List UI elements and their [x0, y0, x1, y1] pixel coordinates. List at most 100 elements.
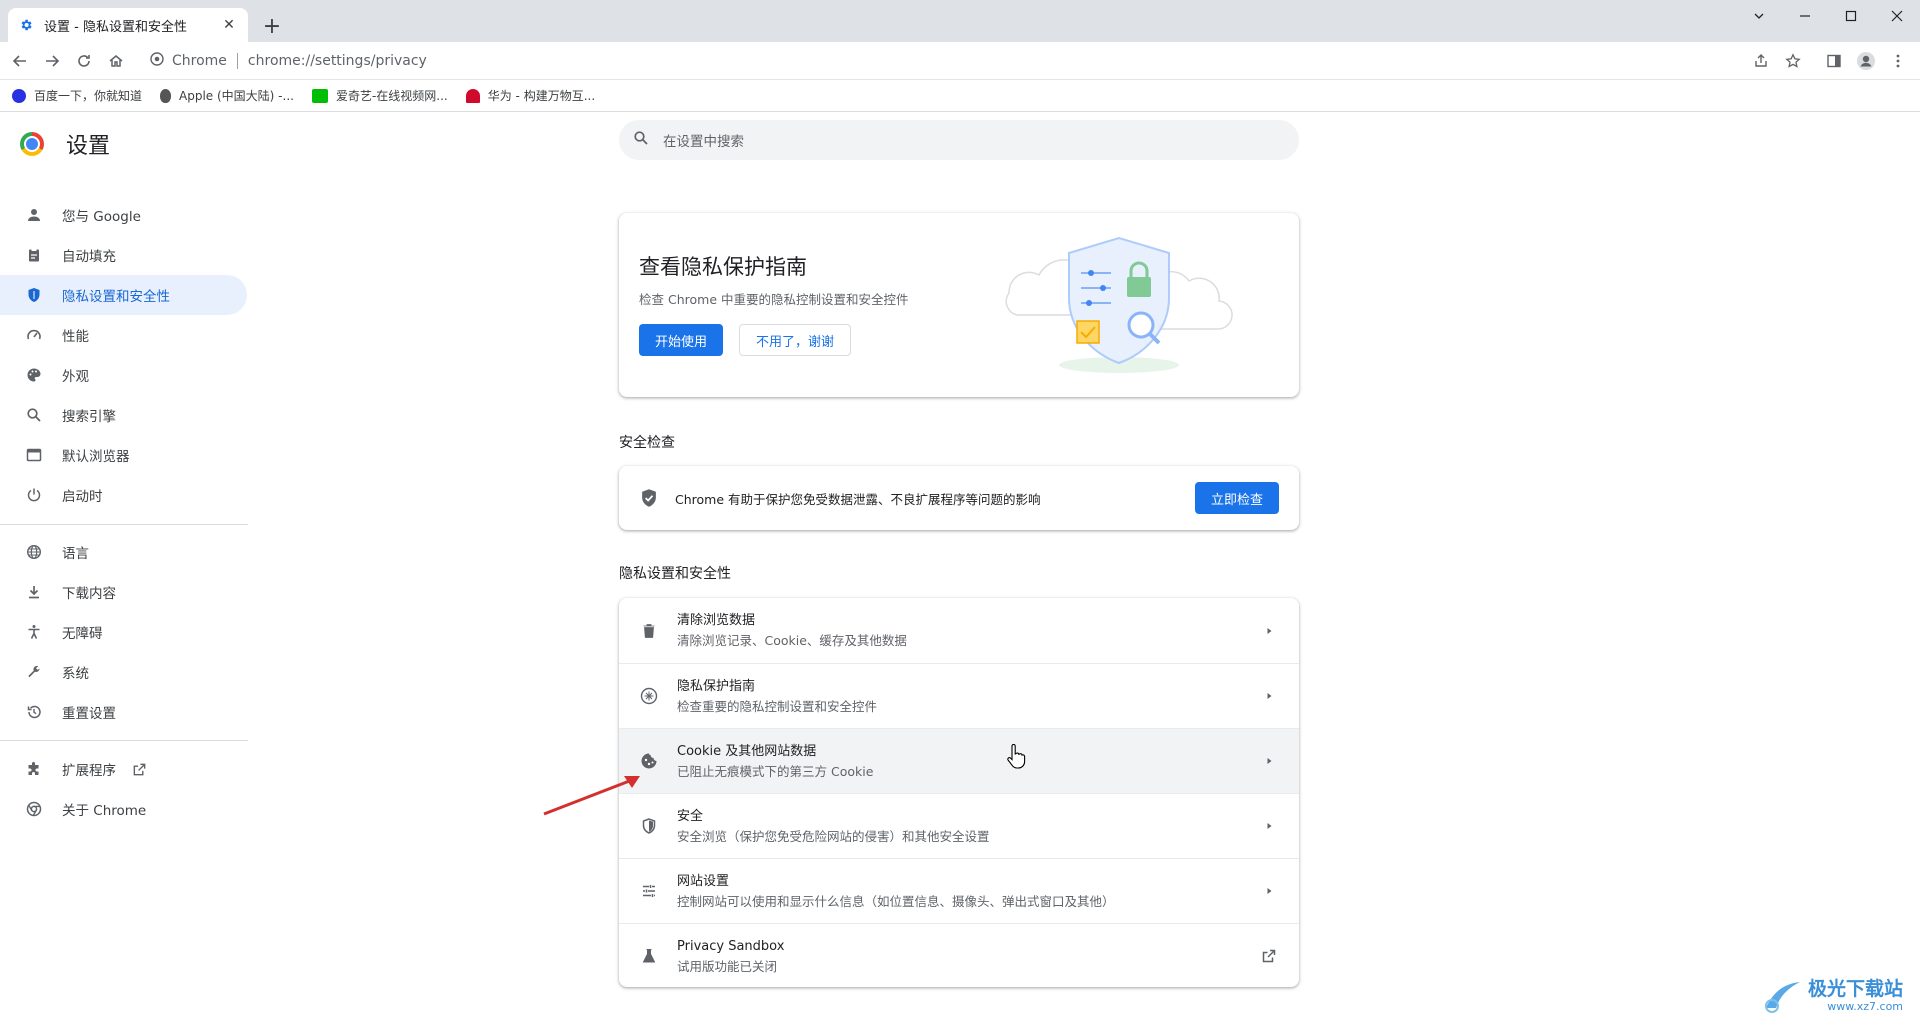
close-window-button[interactable]: [1874, 0, 1920, 32]
arrow-right-icon: [1257, 619, 1281, 643]
tune-icon: [637, 879, 661, 903]
open-in-new-icon: [132, 762, 147, 777]
safety-check-section-title: 安全检查: [619, 435, 675, 451]
chrome-icon: [24, 799, 44, 819]
wrench-icon: [24, 662, 44, 682]
bookmark-iqiyi[interactable]: 爱奇艺-在线视频网...: [311, 87, 448, 104]
search-placeholder: 在设置中搜索: [663, 134, 744, 150]
sidebar-header: 设置: [20, 128, 110, 160]
share-icon[interactable]: [1747, 47, 1775, 75]
minimize-button[interactable]: [1782, 0, 1828, 32]
puzzle-icon: [24, 759, 44, 779]
start-privacy-guide-button[interactable]: 开始使用: [639, 324, 723, 356]
sidebar-divider: [0, 740, 248, 741]
palette-icon: [24, 365, 44, 385]
arrow-right-icon: [1257, 814, 1281, 838]
side-panel-icon[interactable]: [1820, 47, 1848, 75]
privacy-settings-card: 清除浏览数据 清除浏览记录、Cookie、缓存及其他数据 隐私保护指南 检查重要的隐…: [619, 598, 1299, 987]
clipboard-icon: [24, 245, 44, 265]
watermark-name: 极光下载站: [1808, 978, 1904, 1000]
privacy-guide-illustration: [1005, 236, 1233, 373]
sidebar-divider: [0, 524, 248, 525]
bookmark-huawei[interactable]: 华为 - 构建万物互...: [465, 87, 595, 104]
trash-icon: [637, 619, 661, 643]
sidebar-item-on-startup[interactable]: 启动时: [0, 475, 247, 515]
arrow-right-icon: [1257, 879, 1281, 903]
maximize-button[interactable]: [1828, 0, 1874, 32]
sidebar-item-accessibility[interactable]: 无障碍: [0, 612, 247, 652]
download-icon: [24, 582, 44, 602]
hand-cursor-icon: [1007, 744, 1026, 769]
tab-title: 设置 - 隐私设置和安全性: [44, 19, 187, 35]
arrow-right-icon: [1257, 749, 1281, 773]
iqiyi-logo-icon: [311, 88, 328, 103]
chrome-page-icon: [150, 52, 164, 70]
bookmark-apple[interactable]: Apple (中国大陆) -...: [160, 87, 294, 104]
sidebar-item-default-browser[interactable]: 默认浏览器: [0, 435, 247, 475]
sidebar-item-you-and-google[interactable]: 您与 Google: [0, 195, 247, 235]
tab-search-chevron-icon[interactable]: [1736, 0, 1782, 32]
profile-avatar-icon[interactable]: [1852, 47, 1880, 75]
apple-logo-icon: [160, 88, 172, 103]
url-text[interactable]: chrome://settings/privacy: [248, 53, 427, 69]
sidebar-item-performance[interactable]: 性能: [0, 315, 247, 355]
red-annotation-arrow: [543, 776, 640, 816]
sidebar-item-about-chrome[interactable]: 关于 Chrome: [0, 789, 247, 829]
settings-search-input[interactable]: 在设置中搜索: [619, 120, 1299, 160]
promo-title: 查看隐私保护指南: [639, 255, 807, 279]
settings-title: 设置: [66, 134, 111, 159]
globe-icon: [24, 542, 44, 562]
sidebar-item-downloads[interactable]: 下载内容: [0, 572, 247, 612]
privacy-guide-promo-card: 查看隐私保护指南 检查 Chrome 中重要的隐私控制设置和安全控件 开始使用 …: [619, 213, 1299, 397]
arrow-right-icon: [1257, 684, 1281, 708]
omnibox-separator: [236, 53, 238, 69]
sidebar-item-extensions[interactable]: 扩展程序: [0, 749, 247, 789]
row-privacy-guide[interactable]: 隐私保护指南 检查重要的隐私控制设置和安全控件: [619, 663, 1299, 728]
check-now-button[interactable]: 立即检查: [1195, 482, 1279, 514]
browser-icon: [24, 445, 44, 465]
safety-shield-icon: [639, 488, 659, 512]
sidebar-item-system[interactable]: 系统: [0, 652, 247, 692]
huawei-logo-icon: [465, 88, 480, 103]
settings-gear-icon: [18, 17, 34, 33]
person-icon: [24, 205, 44, 225]
sidebar-item-search-engine[interactable]: 搜索引擎: [0, 395, 247, 435]
flask-icon: [637, 944, 661, 968]
gauge-icon: [24, 325, 44, 345]
safety-check-card: Chrome 有助于保护您免受数据泄露、不良扩展程序等问题的影响 立即检查: [619, 466, 1299, 530]
reload-button[interactable]: [70, 47, 98, 75]
row-site-settings[interactable]: 网站设置 控制网站可以使用和显示什么信息（如位置信息、摄像头、弹出式窗口及其他）: [619, 858, 1299, 923]
row-clear-browsing-data[interactable]: 清除浏览数据 清除浏览记录、Cookie、缓存及其他数据: [619, 598, 1299, 663]
sidebar-item-appearance[interactable]: 外观: [0, 355, 247, 395]
new-tab-button[interactable]: +: [258, 12, 286, 40]
sidebar-item-privacy[interactable]: 隐私设置和安全性: [0, 275, 247, 315]
row-privacy-sandbox[interactable]: Privacy Sandbox 试用版功能已关闭: [619, 923, 1299, 987]
tab-strip: 设置 - 隐私设置和安全性 ✕ +: [0, 0, 1920, 42]
sidebar-item-reset[interactable]: 重置设置: [0, 692, 247, 732]
menu-kebab-icon[interactable]: [1884, 47, 1912, 75]
watermark: 极光下载站 www.xz7.com: [1760, 978, 1903, 1014]
home-button[interactable]: [102, 47, 130, 75]
active-tab[interactable]: 设置 - 隐私设置和安全性 ✕: [8, 8, 248, 42]
power-icon: [24, 485, 44, 505]
accessibility-icon: [24, 622, 44, 642]
bookmark-baidu[interactable]: 百度一下，你就知道: [12, 87, 142, 104]
omnibox[interactable]: Chrome chrome://settings/privacy: [140, 46, 1740, 76]
search-icon: [633, 130, 649, 150]
watermark-url: www.xz7.com: [1827, 1000, 1904, 1013]
sidebar-item-languages[interactable]: 语言: [0, 532, 247, 572]
shield-icon: [24, 285, 44, 305]
baidu-paw-icon: [12, 88, 26, 103]
back-button[interactable]: [6, 47, 34, 75]
bookmark-star-icon[interactable]: [1779, 47, 1807, 75]
dismiss-promo-button[interactable]: 不用了，谢谢: [739, 324, 851, 356]
search-icon: [24, 405, 44, 425]
browser-toolbar: Chrome chrome://settings/privacy: [0, 42, 1920, 80]
forward-button[interactable]: [38, 47, 66, 75]
open-in-new-icon: [1257, 944, 1281, 968]
promo-description: 检查 Chrome 中重要的隐私控制设置和安全控件: [639, 292, 909, 307]
sidebar-item-autofill[interactable]: 自动填充: [0, 235, 247, 275]
row-cookies[interactable]: Cookie 及其他网站数据 已阻止无痕模式下的第三方 Cookie: [619, 728, 1299, 793]
row-security[interactable]: 安全 安全浏览（保护您免受危险网站的侵害）和其他安全设置: [619, 793, 1299, 858]
tab-close-icon[interactable]: ✕: [220, 16, 238, 34]
